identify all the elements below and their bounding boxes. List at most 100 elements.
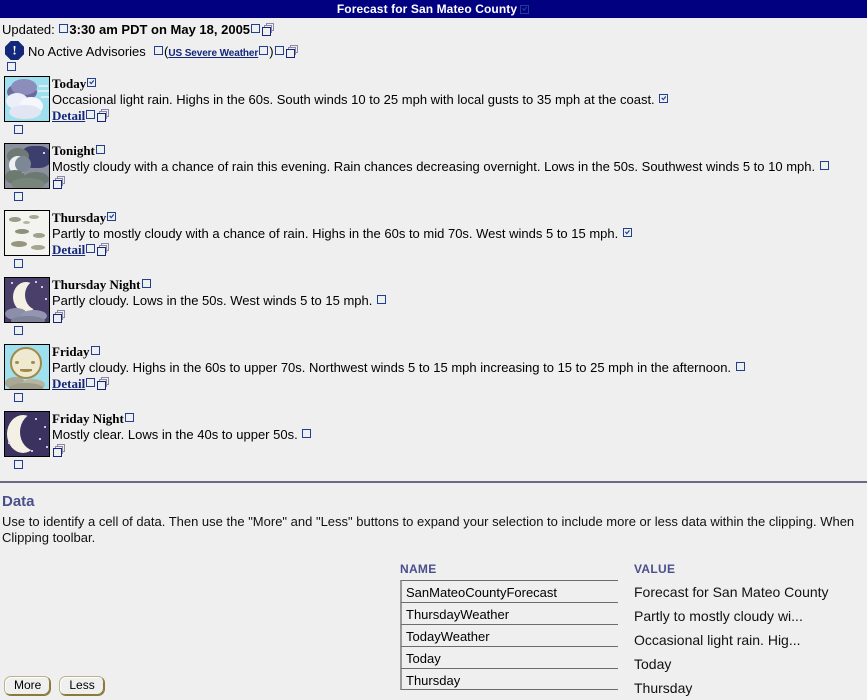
forecast-icon-col (0, 344, 52, 408)
copy-icon[interactable] (285, 45, 300, 58)
data-section: Data Use to identify a cell of data. The… (0, 483, 867, 700)
name-input[interactable] (400, 668, 618, 690)
data-table-wrap: NAME VALUE Forecast for San Mateo County… (2, 562, 867, 700)
forecast-end-box-glyph-icon (819, 161, 829, 170)
forecast-description-line: Partly cloudy. Lows in the 50s. West win… (52, 292, 867, 309)
warning-octagon-icon: ! (5, 41, 24, 60)
forecast-icon-box-glyph-icon (14, 259, 23, 268)
forecast-detail-line (52, 175, 867, 191)
forecast-row: Today Occasional light rain. Highs in th… (0, 76, 867, 140)
forecast-icon-box-glyph-icon (14, 326, 23, 335)
forecast-day: Tonight (52, 143, 867, 158)
forecast-description-line: Partly to mostly cloudy with a chance of… (52, 225, 867, 242)
app-root: Forecast for San Mateo County Updated: 3… (0, 0, 867, 700)
detail-box-glyph-icon (86, 378, 96, 387)
advisory-icon-wrap: ! (2, 41, 28, 73)
forecast-body: Today Occasional light rain. Highs in th… (52, 76, 867, 124)
moon-stars-icon (4, 411, 50, 457)
name-input[interactable] (400, 646, 618, 668)
partly-cloudy-icon (4, 210, 50, 256)
data-table: NAME VALUE Forecast for San Mateo County… (400, 562, 867, 700)
value-cell: Today (634, 656, 672, 672)
window-titlebar: Forecast for San Mateo County (0, 0, 867, 18)
copy-icon[interactable] (97, 243, 111, 256)
forecast-row: Friday Night Mostly clear. Lows in the 4… (0, 411, 867, 475)
rain-clouds-icon (4, 76, 50, 122)
forecast-description-line: Mostly cloudy with a chance of rain this… (52, 158, 867, 175)
less-button[interactable]: Less (59, 676, 105, 696)
name-input[interactable] (400, 624, 618, 646)
forecast-detail-line: Detail (52, 376, 867, 392)
detail-box-glyph-icon (86, 110, 96, 119)
advisory-link-box-glyph-icon (259, 46, 269, 55)
forecast-row: Thursday Partly to mostly cloudy with a … (0, 210, 867, 274)
detail-link[interactable]: Detail (52, 108, 85, 123)
forecast-end-box-glyph-icon (302, 429, 312, 438)
forecast-day: Thursday (52, 210, 867, 225)
forecast-icon-col (0, 210, 52, 274)
advisory-link-close-paren: ) (269, 44, 274, 59)
button-bar: More Less (4, 676, 105, 696)
forecast-end-box-glyph-icon (659, 94, 669, 103)
name-input[interactable] (400, 602, 618, 624)
advisory-text-wrap: No Active Advisories (US Severe Weather) (28, 41, 301, 62)
more-button[interactable]: More (4, 676, 52, 696)
copy-icon[interactable] (97, 109, 111, 122)
forecast-icon-box-glyph-icon (14, 125, 23, 134)
data-section-description: Use to identify a cell of data. Then use… (2, 514, 855, 545)
advisory-trailing-box-glyph-icon (274, 46, 284, 55)
detail-box-glyph-icon (86, 244, 96, 253)
updated-line: Updated: 3:30 am PDT on May 18, 2005 (0, 18, 867, 38)
forecast-day-box-glyph-icon (141, 279, 151, 288)
forecast-icon-col (0, 277, 52, 341)
forecast-day-box-glyph-icon (107, 212, 117, 221)
forecast-day-box-glyph-icon (95, 145, 105, 154)
copy-icon[interactable] (53, 176, 67, 189)
updated-trailing-box-glyph-icon (251, 24, 261, 33)
advisory-text: No Active Advisories (28, 44, 146, 59)
forecast-detail-line: Detail (52, 108, 867, 124)
forecast-body: Friday Partly cloudy. Highs in the 60s t… (52, 344, 867, 392)
sun-clouds-icon (4, 344, 50, 390)
moon-clouds-icon (4, 277, 50, 323)
forecast-row: Tonight Mostly cloudy with a chance of r… (0, 143, 867, 207)
copy-icon[interactable] (53, 444, 67, 457)
forecast-end-box-glyph-icon (622, 228, 632, 237)
advisory-line: ! No Active Advisories (US Severe Weathe… (0, 38, 867, 73)
forecast-detail-line: Detail (52, 242, 867, 258)
forecast-description-line: Mostly clear. Lows in the 40s to upper 5… (52, 426, 867, 443)
copy-icon[interactable] (53, 310, 67, 323)
title-box-glyph-icon (520, 4, 530, 14)
copy-icon[interactable] (97, 377, 111, 390)
copy-icon[interactable] (262, 23, 276, 36)
forecast-day-box-glyph-icon (90, 346, 100, 355)
forecast-list: Today Occasional light rain. Highs in th… (0, 73, 867, 475)
forecast-end-box-glyph-icon (735, 362, 745, 371)
forecast-day: Thursday Night (52, 277, 867, 292)
forecast-icon-col (0, 76, 52, 140)
data-section-title: Data (2, 493, 35, 510)
us-severe-weather-link[interactable]: US Severe Weather (168, 48, 258, 59)
value-cell: Forecast for San Mateo County (634, 584, 829, 600)
forecast-day-box-glyph-icon (87, 78, 97, 87)
forecast-day: Friday Night (52, 411, 867, 426)
forecast-row: Friday Partly cloudy. Highs in the 60s t… (0, 344, 867, 408)
detail-link[interactable]: Detail (52, 242, 85, 257)
value-cell: Partly to mostly cloudy wi... (634, 608, 803, 624)
forecast-day-box-glyph-icon (124, 413, 134, 422)
name-input[interactable] (400, 580, 618, 602)
forecast-icon-box-glyph-icon (14, 460, 23, 469)
forecast-body: Thursday Night Partly cloudy. Lows in th… (52, 277, 867, 325)
value-column-header: VALUE (634, 562, 676, 576)
value-cell: Occasional light rain. Hig... (634, 632, 801, 648)
value-column: VALUE Forecast for San Mateo County Part… (618, 562, 867, 700)
forecast-body: Tonight Mostly cloudy with a chance of r… (52, 143, 867, 191)
value-cell: Thursday (634, 680, 693, 696)
name-column: NAME (400, 562, 618, 700)
forecast-detail-line (52, 309, 867, 325)
forecast-row: Thursday Night Partly cloudy. Lows in th… (0, 277, 867, 341)
advisory-sub-box-glyph-icon (7, 62, 16, 71)
forecast-icon-col (0, 143, 52, 207)
forecast-icon-box-glyph-icon (14, 192, 23, 201)
detail-link[interactable]: Detail (52, 376, 85, 391)
